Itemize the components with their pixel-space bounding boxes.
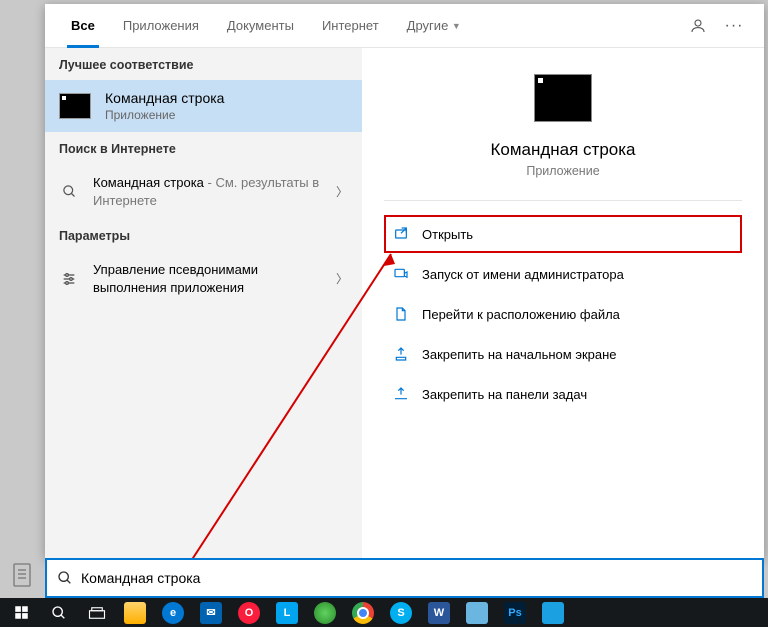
task-view-icon[interactable] xyxy=(78,598,116,627)
search-input[interactable] xyxy=(81,570,752,586)
action-open-location[interactable]: Перейти к расположению файла xyxy=(384,295,742,333)
best-match-item[interactable]: Командная строка Приложение xyxy=(45,80,362,132)
search-box[interactable] xyxy=(45,558,764,598)
browser-green-icon[interactable] xyxy=(306,598,344,627)
preview-title: Командная строка xyxy=(384,140,742,160)
action-open-location-label: Перейти к расположению файла xyxy=(422,307,620,322)
preview-header: Командная строка Приложение xyxy=(384,68,742,178)
web-item-text: Командная строка - См. результаты в Инте… xyxy=(93,174,322,209)
chevron-right-icon: 〉 xyxy=(336,270,348,287)
results-column: Лучшее соответствие Командная строка При… xyxy=(45,48,362,558)
search-tabs: Все Приложения Документы Интернет Другие… xyxy=(45,4,764,48)
search-icon xyxy=(57,570,73,586)
mail-icon[interactable]: ✉ xyxy=(192,598,230,627)
edge-icon[interactable]: e xyxy=(154,598,192,627)
action-run-admin[interactable]: Запуск от имени администратора xyxy=(384,255,742,293)
action-pin-start-label: Закрепить на начальном экране xyxy=(422,347,617,362)
preview-thumb-icon xyxy=(534,74,592,122)
section-header-best-match: Лучшее соответствие xyxy=(45,48,362,80)
settings-slider-icon xyxy=(59,271,79,287)
document-icon[interactable] xyxy=(12,562,32,588)
tab-documents[interactable]: Документы xyxy=(213,4,308,48)
chrome-icon[interactable] xyxy=(344,598,382,627)
notepad-icon[interactable] xyxy=(458,598,496,627)
divider xyxy=(384,200,742,201)
photoshop-icon[interactable]: Ps xyxy=(496,598,534,627)
feedback-icon[interactable] xyxy=(680,8,716,44)
web-search-item[interactable]: Командная строка - См. результаты в Инте… xyxy=(45,164,362,219)
open-icon xyxy=(392,225,410,243)
panel-body: Лучшее соответствие Командная строка При… xyxy=(45,48,764,558)
skype-icon[interactable]: S xyxy=(382,598,420,627)
settings-item[interactable]: Управление псевдонимами выполнения прило… xyxy=(45,251,362,306)
action-run-admin-label: Запуск от имени администратора xyxy=(422,267,624,282)
tab-all[interactable]: Все xyxy=(57,4,109,48)
action-pin-taskbar-label: Закрепить на панели задач xyxy=(422,387,587,402)
more-options-icon[interactable]: ··· xyxy=(716,8,752,44)
action-pin-taskbar[interactable]: Закрепить на панели задач xyxy=(384,375,742,413)
action-open[interactable]: Открыть xyxy=(384,215,742,253)
start-search-panel: Все Приложения Документы Интернет Другие… xyxy=(45,4,764,558)
start-button[interactable] xyxy=(2,598,40,627)
taskbar-search-icon[interactable] xyxy=(40,598,78,627)
taskbar: e ✉ O L S W Ps xyxy=(0,598,768,627)
best-match-subtitle: Приложение xyxy=(105,108,224,122)
preview-subtitle: Приложение xyxy=(384,164,742,178)
folder-icon xyxy=(392,305,410,323)
app-blue-icon[interactable] xyxy=(534,598,572,627)
action-list: Открыть Запуск от имени администратора П… xyxy=(384,215,742,413)
pin-taskbar-icon xyxy=(392,385,410,403)
tab-other[interactable]: Другие ▼ xyxy=(393,4,475,48)
tab-apps[interactable]: Приложения xyxy=(109,4,213,48)
word-icon[interactable]: W xyxy=(420,598,458,627)
search-icon xyxy=(59,184,79,199)
chevron-right-icon: 〉 xyxy=(336,183,348,200)
section-header-web: Поиск в Интернете xyxy=(45,132,362,164)
preview-column: Командная строка Приложение Открыть Запу… xyxy=(362,48,764,558)
cmd-thumb-icon xyxy=(59,93,91,119)
opera-icon[interactable]: O xyxy=(230,598,268,627)
app-l-icon[interactable]: L xyxy=(268,598,306,627)
best-match-title: Командная строка xyxy=(105,90,224,106)
action-pin-start[interactable]: Закрепить на начальном экране xyxy=(384,335,742,373)
admin-icon xyxy=(392,265,410,283)
tab-internet[interactable]: Интернет xyxy=(308,4,393,48)
pin-start-icon xyxy=(392,345,410,363)
settings-item-text: Управление псевдонимами выполнения прило… xyxy=(93,261,322,296)
section-header-settings: Параметры xyxy=(45,219,362,251)
action-open-label: Открыть xyxy=(422,227,473,242)
file-explorer-icon[interactable] xyxy=(116,598,154,627)
